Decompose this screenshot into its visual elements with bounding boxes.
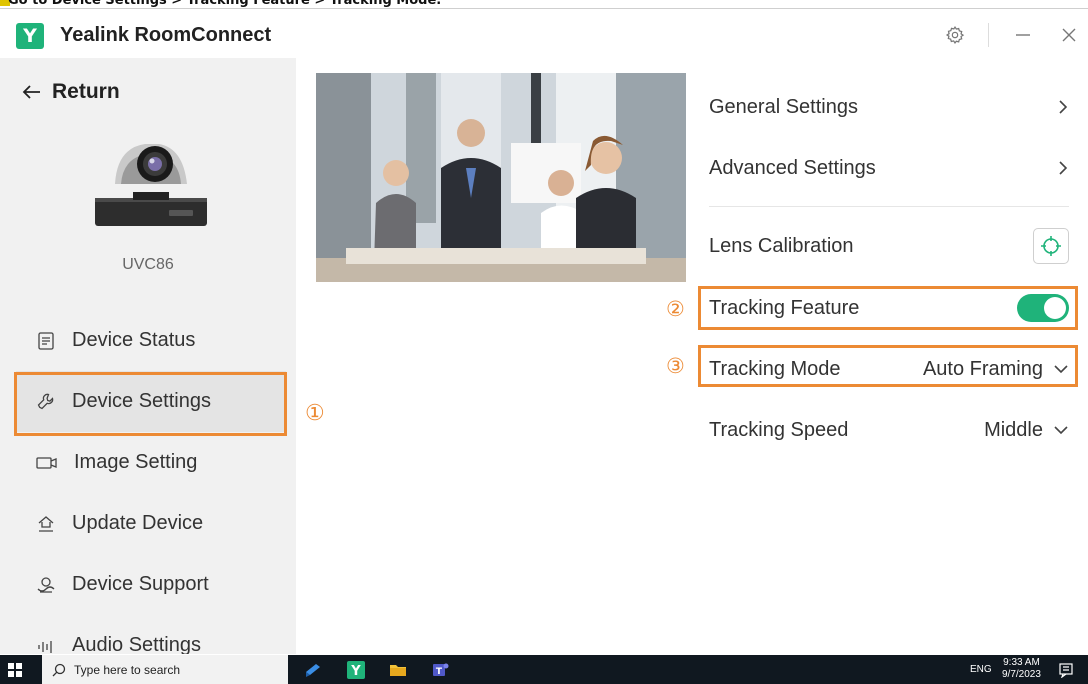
notification-icon[interactable] — [1058, 662, 1074, 678]
search-placeholder: Type here to search — [74, 662, 181, 677]
tracking-feature-label: Tracking Feature — [709, 296, 860, 319]
chevron-down-icon — [1054, 365, 1068, 374]
tracking-feature-toggle[interactable] — [1017, 294, 1069, 322]
tracking-mode-label: Tracking Mode — [709, 357, 841, 380]
titlebar-divider — [988, 23, 989, 47]
file-explorer-icon[interactable] — [388, 660, 408, 680]
camera-icon — [36, 456, 57, 469]
settings-gear-icon[interactable] — [937, 19, 973, 51]
callout-3: ③ — [666, 355, 685, 378]
tracking-mode-dropdown[interactable]: Auto Framing — [923, 358, 1069, 381]
tracking-mode-row: Tracking Mode Auto Framing — [709, 349, 1069, 389]
close-icon[interactable] — [1051, 19, 1087, 51]
yealink-taskbar-icon[interactable]: Y — [346, 660, 366, 680]
return-button[interactable]: Return — [22, 80, 120, 104]
sidebar-item-label: Device Support — [72, 573, 209, 595]
callout-1: ① — [305, 400, 325, 425]
advanced-settings-label: Advanced Settings — [709, 156, 876, 179]
list-icon — [38, 331, 54, 350]
app-title: Yealink RoomConnect — [60, 24, 272, 46]
app-icon-1[interactable] — [303, 660, 323, 680]
sidebar-item-label: Update Device — [72, 512, 204, 534]
tracking-feature-row: Tracking Feature — [709, 288, 1069, 328]
search-icon — [52, 663, 66, 676]
camera-device-image — [95, 144, 207, 226]
sidebar-item-update-device[interactable]: Update Device — [16, 493, 286, 554]
tracking-speed-row: Tracking Speed Middle — [709, 410, 1069, 450]
tracking-speed-label: Tracking Speed — [709, 418, 849, 441]
lens-calibration-button[interactable] — [1033, 228, 1069, 264]
lens-calibration-row: Lens Calibration — [709, 226, 1069, 266]
yealink-logo-icon: Y — [16, 23, 44, 49]
tracking-speed-value: Middle — [984, 418, 1043, 441]
minimize-icon[interactable] — [1005, 19, 1041, 51]
lens-calibration-label: Lens Calibration — [709, 234, 854, 257]
sidebar-item-label: Device Status — [72, 329, 196, 351]
taskbar-search-box[interactable]: Type here to search — [42, 655, 288, 684]
advanced-settings-row[interactable]: Advanced Settings — [709, 148, 1069, 188]
upload-icon — [38, 515, 54, 532]
arrow-left-icon — [22, 85, 40, 99]
svg-text:Y: Y — [350, 664, 361, 679]
sidebar-item-label: Image Setting — [74, 451, 198, 473]
chevron-right-icon — [1059, 161, 1068, 175]
chevron-down-icon — [1054, 426, 1068, 435]
instruction-caption: Go to Device Settings > Tracking Feature… — [8, 0, 442, 8]
sidebar-item-image-setting[interactable]: Image Setting — [16, 432, 286, 493]
sidebar-item-device-support[interactable]: Device Support — [16, 554, 286, 615]
sidebar-item-audio-settings[interactable]: Audio Settings — [16, 615, 286, 654]
clock[interactable]: 9:33 AM 9/7/2023 — [1002, 657, 1041, 681]
general-settings-label: General Settings — [709, 95, 858, 118]
audio-icon — [38, 640, 52, 653]
tracking-speed-dropdown[interactable]: Middle — [984, 419, 1069, 442]
chevron-right-icon — [1059, 100, 1068, 114]
language-indicator[interactable]: ENG — [970, 664, 992, 675]
sidebar-item-label: Audio Settings — [72, 634, 201, 654]
sidebar-item-device-status[interactable]: Device Status — [16, 310, 286, 371]
title-bar: Y Yealink RoomConnect — [0, 8, 1088, 58]
section-divider — [709, 206, 1069, 207]
teams-icon[interactable]: T — [430, 660, 450, 680]
tracking-mode-value: Auto Framing — [922, 357, 1043, 380]
highlight-box-device-settings — [14, 372, 287, 436]
windows-taskbar: Type here to search Y T ENG 9:33 AM 9/7/… — [0, 655, 1088, 684]
device-name: UVC86 — [122, 256, 174, 273]
svg-text:T: T — [436, 667, 443, 677]
general-settings-row[interactable]: General Settings — [709, 87, 1069, 127]
windows-start-icon[interactable] — [8, 663, 22, 677]
clock-date: 9/7/2023 — [1002, 669, 1041, 680]
camera-preview-image — [316, 73, 686, 282]
callout-2: ② — [666, 298, 685, 321]
crosshair-icon — [1041, 236, 1061, 256]
support-icon — [37, 576, 55, 593]
sidebar: Return UVC86 Device Status Device Settin… — [0, 58, 296, 654]
return-label: Return — [52, 80, 120, 103]
clock-time: 9:33 AM — [1003, 657, 1040, 668]
